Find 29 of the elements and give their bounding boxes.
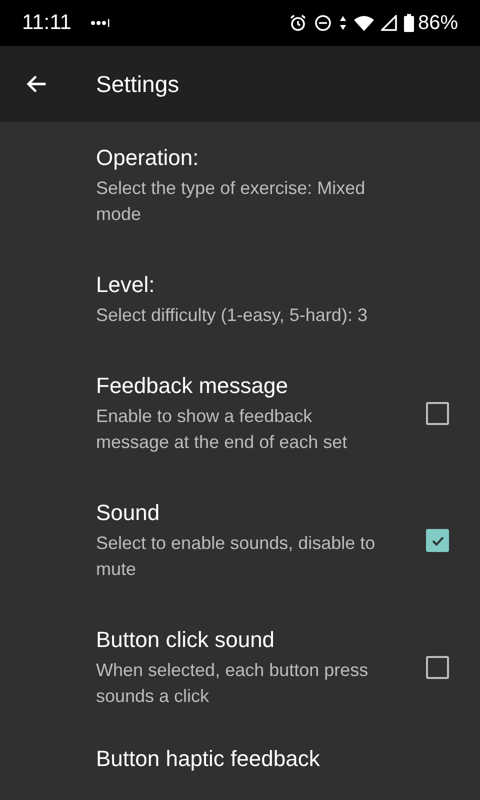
setting-title: Level: xyxy=(96,271,156,299)
setting-title: Operation: xyxy=(96,144,200,172)
setting-item[interactable]: Level: Select difficulty (1-easy, 5-hard): 3 xyxy=(0,249,480,350)
setting-item[interactable]: Operation: Select the type of exercise: Mixed mode xyxy=(0,122,480,249)
setting-title: Button haptic feedback xyxy=(96,746,320,771)
do-not-disturb-icon xyxy=(314,14,332,32)
wifi-icon xyxy=(354,15,374,31)
battery-percentage: 86% xyxy=(418,11,458,36)
alarm-icon xyxy=(288,14,307,32)
setting-item[interactable]: Button click sound When selected, each button press sounds a click xyxy=(0,604,480,731)
signal-icon xyxy=(380,15,397,31)
setting-item[interactable]: Feedback message Enable to show a feedback message at the end of each set xyxy=(0,350,480,477)
setting-item[interactable]: Sound Select to enable sounds, disable to mute xyxy=(0,477,480,604)
setting-summary: When selected, each button press sounds a click xyxy=(96,659,370,708)
clock: 11:11 xyxy=(22,10,72,36)
setting-summary: Select difficulty (1-easy, 5-hard): 3 xyxy=(96,304,368,327)
checkbox[interactable] xyxy=(426,529,449,552)
setting-title: Sound xyxy=(96,499,161,527)
setting-summary: Select to enable sounds, disable to mute xyxy=(96,532,376,581)
notification-dots-icon xyxy=(91,18,112,28)
setting-title: Button click sound xyxy=(96,626,276,654)
data-arrows-icon xyxy=(338,15,347,31)
setting-summary: Enable to show a feedback message at the end of each set xyxy=(96,405,348,454)
setting-title: Feedback message xyxy=(96,372,289,400)
setting-summary: Select the type of exercise: Mixed mode xyxy=(96,177,366,226)
battery-icon xyxy=(404,14,414,32)
checkbox[interactable] xyxy=(426,402,449,425)
screen-title: Settings xyxy=(96,70,180,99)
checkbox[interactable] xyxy=(426,656,449,679)
